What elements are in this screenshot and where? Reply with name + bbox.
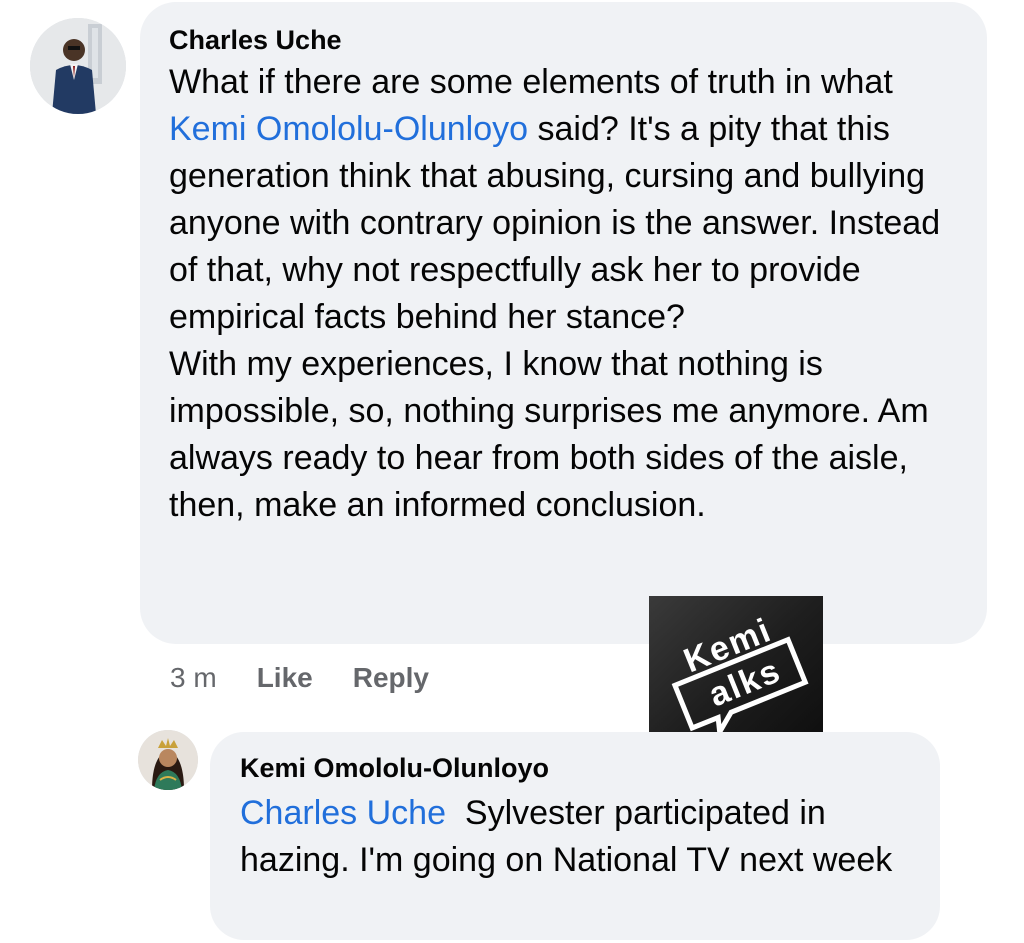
comment-text-part: What if there are some elements of truth… bbox=[169, 63, 893, 101]
mention-link[interactable]: Kemi Omololu-Olunloyo bbox=[169, 110, 528, 148]
profile-photo-icon bbox=[138, 730, 198, 790]
comment-timestamp[interactable]: 3 m bbox=[170, 662, 217, 694]
comment-paragraph: With my experiences, I know that nothing… bbox=[169, 345, 929, 524]
avatar-charles-uche[interactable] bbox=[30, 18, 126, 114]
comment-body: What if there are some elements of truth… bbox=[169, 59, 957, 529]
avatar-kemi-omololu-olunloyo[interactable] bbox=[138, 730, 198, 790]
reply-body: Charles Uche Sylvester participated in h… bbox=[240, 790, 910, 884]
mention-link[interactable]: Charles Uche bbox=[240, 794, 446, 832]
comment-author[interactable]: Charles Uche bbox=[169, 24, 957, 56]
reply-author[interactable]: Kemi Omololu-Olunloyo bbox=[240, 752, 910, 784]
comment-thread: Charles Uche What if there are some elem… bbox=[0, 0, 1024, 943]
comment-bubble-charles: Charles Uche What if there are some elem… bbox=[140, 2, 987, 644]
reply-bubble-kemi: Kemi Omololu-Olunloyo Charles Uche Sylve… bbox=[210, 732, 940, 940]
comment-actions: 3 m Like Reply bbox=[170, 658, 469, 698]
like-button[interactable]: Like bbox=[257, 662, 313, 694]
profile-photo-icon bbox=[30, 18, 126, 114]
reply-button[interactable]: Reply bbox=[353, 662, 429, 694]
